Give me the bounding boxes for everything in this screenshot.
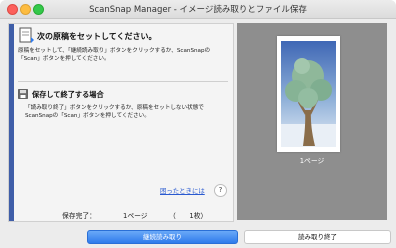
save-finish-text: 「読み取り終了」ボタンをクリックするか、原稿をセットしない状態でScanSnap… [25,105,204,120]
accent-bar [9,24,14,221]
save-disk-icon [18,89,28,99]
save-finish-heading: 保存して終了する場合 [32,90,104,99]
instruction-panel: 次の原稿をセットしてください。 原稿をセットして、「継続読み取り」ボタンをクリッ… [8,23,234,222]
tree-image [281,41,336,147]
preview-page-label: 1ページ [299,157,325,165]
help-button[interactable]: ? [214,184,227,197]
help-link[interactable]: 困ったときには [160,186,205,195]
scan-preview-panel: 1ページ [237,23,387,220]
finish-scan-button[interactable]: 読み取り終了 [244,230,391,244]
scanned-page-thumbnail[interactable] [277,36,340,152]
next-document-heading: 次の原稿をセットしてください。 [37,32,157,41]
section-divider [18,81,228,82]
page-count: 1ページ [123,212,148,220]
continue-scan-button[interactable]: 継続読み取り [87,230,238,244]
title-bar: ScanSnap Manager - イメージ読み取りとファイル保存 [0,0,396,19]
scansnap-window: ScanSnap Manager - イメージ読み取りとファイル保存 次の原稿を… [0,0,396,248]
save-complete-label: 保存完了： [62,212,96,220]
window-title: ScanSnap Manager - イメージ読み取りとファイル保存 [89,5,307,15]
document-feed-icon [19,27,34,43]
next-document-text: 原稿をセットして、「継続読み取り」ボタンをクリックするか、ScanSnapの「S… [18,48,211,63]
sheet-count: （ 1枚） [169,212,208,220]
